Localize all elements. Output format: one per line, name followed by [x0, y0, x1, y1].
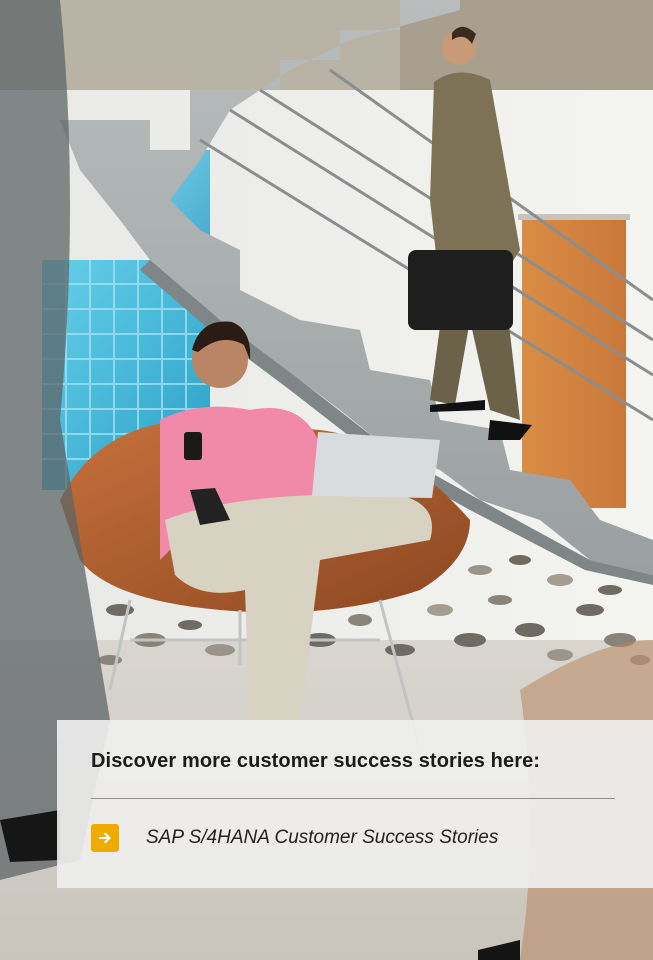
success-stories-card: Discover more customer success stories h…	[57, 720, 653, 888]
link-label: SAP S/4HANA Customer Success Stories	[146, 827, 499, 848]
arrow-right-icon	[91, 824, 119, 852]
success-stories-link[interactable]: SAP S/4HANA Customer Success Stories	[91, 824, 498, 852]
divider	[91, 798, 615, 799]
card-heading: Discover more customer success stories h…	[91, 750, 541, 772]
